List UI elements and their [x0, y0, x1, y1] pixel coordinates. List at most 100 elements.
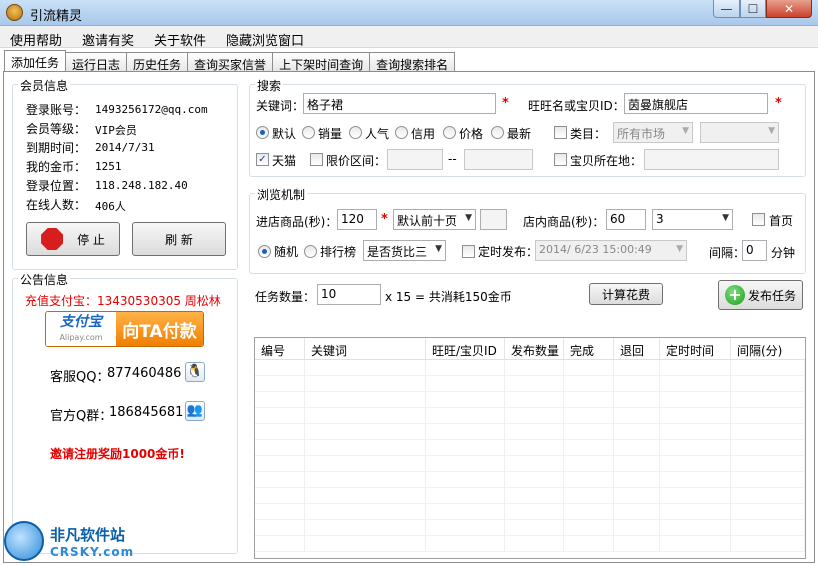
table-cell — [614, 472, 660, 487]
qq-group-icon[interactable]: 👥 — [185, 401, 205, 421]
price-max-input[interactable] — [464, 149, 533, 170]
tab-run-log[interactable]: 运行日志 — [65, 52, 128, 72]
location-value: 118.248.182.40 — [95, 179, 188, 192]
table-cell — [305, 440, 426, 455]
sort-price-radio[interactable] — [443, 126, 456, 139]
watermark-cn: 非凡软件站 — [50, 525, 126, 544]
table-cell — [614, 488, 660, 503]
table-cell — [564, 440, 614, 455]
category-checkbox[interactable] — [554, 126, 567, 139]
table-cell — [614, 440, 660, 455]
tab-buyer-credit[interactable]: 查询买家信誉 — [187, 52, 274, 72]
in-shop-count-select[interactable]: 3 ▼ — [652, 209, 733, 230]
sort-popularity-radio[interactable] — [349, 126, 362, 139]
refresh-button[interactable]: 刷 新 — [132, 222, 226, 256]
alipay-pay-button[interactable]: 支付宝 Alipay.com 向TA付款 — [45, 311, 204, 347]
table-cell — [255, 504, 305, 519]
page-range-extra-input[interactable] — [480, 209, 507, 230]
tab-search-rank[interactable]: 查询搜索排名 — [369, 52, 456, 72]
interval-input[interactable]: 0 — [742, 240, 767, 261]
item-location-input[interactable] — [644, 149, 779, 170]
table-cell — [564, 520, 614, 535]
tab-listing-time[interactable]: 上下架时间查询 — [272, 52, 371, 72]
enter-shop-label: 进店商品(秒)： — [256, 215, 338, 229]
task-table[interactable]: 编号 关键词 旺旺/宝贝ID 发布数量 完成 退回 定时时间 间隔(分) — [254, 337, 806, 559]
table-cell — [305, 392, 426, 407]
menu-help[interactable]: 使用帮助 — [0, 26, 72, 49]
table-cell — [660, 536, 731, 551]
table-cell — [564, 472, 614, 487]
table-cell — [614, 504, 660, 519]
item-location-checkbox[interactable] — [554, 153, 567, 166]
browse-title: 浏览机制 — [255, 186, 308, 203]
menu-bar: 使用帮助 邀请有奖 关于软件 隐藏浏览窗口 — [0, 26, 818, 49]
random-radio[interactable] — [258, 245, 271, 258]
subcategory-select[interactable]: ▼ — [700, 122, 779, 143]
table-cell — [426, 536, 505, 551]
sort-default-label: 默认 — [272, 127, 297, 141]
table-cell — [505, 504, 564, 519]
table-row — [255, 408, 805, 424]
minimize-button[interactable]: — — [713, 0, 740, 18]
task-count-input[interactable]: 10 — [317, 284, 381, 305]
table-cell — [731, 456, 805, 471]
calculate-cost-button[interactable]: 计算花费 — [589, 283, 663, 305]
close-button[interactable]: ✕ — [766, 0, 812, 18]
stop-button[interactable]: 停 止 — [26, 222, 120, 256]
in-shop-seconds-input[interactable]: 60 — [606, 209, 646, 230]
table-cell — [660, 504, 731, 519]
stop-button-label: 停 止 — [77, 232, 105, 247]
schedule-datetime-picker[interactable]: 2014/ 6/23 15:00:49 ▼ — [535, 240, 687, 261]
enter-shop-seconds-input[interactable]: 120 — [337, 209, 377, 230]
location-label: 登录位置： — [26, 179, 87, 193]
category-select[interactable]: 所有市场 ▼ — [613, 122, 693, 143]
homepage-checkbox[interactable] — [752, 213, 765, 226]
menu-about[interactable]: 关于软件 — [144, 26, 216, 49]
expire-label: 到期时间： — [26, 141, 87, 155]
wangwang-input[interactable]: 茵曼旗舰店 — [624, 93, 768, 114]
schedule-checkbox[interactable] — [462, 245, 475, 258]
price-min-input[interactable] — [387, 149, 443, 170]
table-cell — [564, 376, 614, 391]
chevron-down-icon: ▼ — [768, 126, 775, 136]
table-cell — [426, 456, 505, 471]
price-range-checkbox[interactable] — [310, 153, 323, 166]
table-cell — [731, 536, 805, 551]
publish-task-button[interactable]: + 发布任务 — [718, 280, 803, 310]
sort-credit-label: 信用 — [411, 127, 436, 141]
sort-newest-radio[interactable] — [491, 126, 504, 139]
app-icon — [6, 4, 23, 21]
menu-hide-browser[interactable]: 隐藏浏览窗口 — [216, 26, 314, 49]
qq-penguin-icon[interactable]: 🐧 — [185, 362, 205, 382]
table-cell — [660, 392, 731, 407]
table-row — [255, 536, 805, 552]
menu-invite[interactable]: 邀请有奖 — [72, 26, 144, 49]
table-cell — [660, 376, 731, 391]
table-cell — [564, 424, 614, 439]
sort-sales-radio[interactable] — [302, 126, 315, 139]
level-value: VIP会员 — [95, 124, 137, 137]
tab-history[interactable]: 历史任务 — [126, 52, 189, 72]
table-cell — [426, 504, 505, 519]
table-cell — [305, 456, 426, 471]
tab-add-task[interactable]: 添加任务 — [4, 50, 67, 72]
table-cell — [426, 376, 505, 391]
tab-content: 会员信息 登录账号： 1493256172@qq.com 会员等级： VIP会员… — [3, 71, 815, 563]
alipay-logo: 支付宝 Alipay.com — [46, 312, 116, 346]
ranking-radio[interactable] — [304, 245, 317, 258]
table-cell — [255, 408, 305, 423]
page-range-select[interactable]: 默认前十页 ▼ — [393, 209, 476, 230]
sort-default-radio[interactable] — [256, 126, 269, 139]
tab-strip: 添加任务 运行日志 历史任务 查询买家信誉 上下架时间查询 查询搜索排名 — [4, 50, 456, 72]
keyword-input[interactable]: 格子裙 — [303, 93, 496, 114]
tmall-checkbox[interactable]: ✓ — [256, 153, 269, 166]
schedule-label: 定时发布： — [478, 245, 539, 259]
compare-select[interactable]: 是否货比三 ▼ — [363, 240, 446, 261]
watermark-logo-icon — [4, 521, 44, 561]
table-cell — [614, 408, 660, 423]
sort-newest-label: 最新 — [507, 127, 532, 141]
sort-credit-radio[interactable] — [395, 126, 408, 139]
qq-group-label: 官方Q群： — [50, 409, 113, 424]
window-title: 引流精灵 — [30, 9, 83, 24]
maximize-button[interactable]: ☐ — [740, 0, 766, 18]
